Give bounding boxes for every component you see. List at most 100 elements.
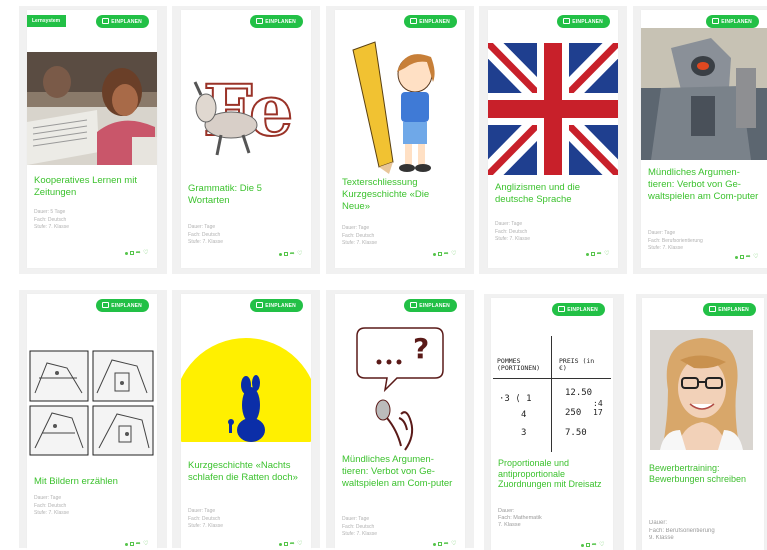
einplanen-button[interactable]: EINPLANEN	[250, 15, 303, 28]
heart-icon[interactable]: ♡	[604, 251, 610, 257]
copy-icon[interactable]	[585, 543, 590, 547]
share-icon[interactable]: ➦	[136, 541, 142, 547]
calendar-icon	[712, 18, 720, 24]
lernsystem-badge: Lernsystem	[27, 15, 67, 27]
heart-icon[interactable]: ♡	[143, 250, 149, 256]
card-actions: ➦ ♡	[580, 542, 605, 548]
card-image[interactable]	[27, 348, 157, 458]
card-actions: ➦ ♡	[734, 254, 759, 260]
einplanen-button[interactable]: EINPLANEN	[552, 303, 605, 316]
card-title[interactable]: Proportionale und antiproportionale Zuor…	[498, 458, 607, 490]
einplanen-button[interactable]: EINPLANEN	[96, 299, 149, 312]
status-dot-icon	[432, 542, 436, 546]
meta-stufe: Stufe: 7. Klasse	[188, 239, 224, 245]
copy-icon[interactable]	[129, 542, 134, 546]
share-icon[interactable]: ➦	[444, 541, 450, 547]
meta-stufe: Stufe: 7. Klasse	[342, 531, 378, 537]
card-image[interactable]: Fe	[181, 40, 311, 180]
meta-fach: Fach: Berufsorientierung	[649, 527, 715, 534]
copy-icon[interactable]	[283, 252, 288, 256]
heart-icon[interactable]: ♡	[451, 541, 457, 547]
meta-fach: Fach: Deutsch	[188, 231, 221, 238]
einplanen-button[interactable]: EINPLANEN	[404, 299, 457, 312]
lesson-card[interactable]: EINPLANEN Fe Grammatik: Die 5 Wortarten …	[181, 10, 311, 268]
lesson-card[interactable]: EINPLANEN ? Mündliches Argumen-tieren: V…	[335, 294, 465, 550]
lesson-card[interactable]: EINPLANEN Mündliches Argumen-tieren: Ver…	[641, 10, 767, 268]
card-image[interactable]	[27, 52, 157, 165]
meta-fach: Fach: Deutsch	[342, 523, 375, 530]
copy-icon[interactable]	[129, 251, 134, 255]
share-icon[interactable]: ➦	[597, 251, 603, 257]
einplanen-button[interactable]: EINPLANEN	[557, 15, 610, 28]
lesson-card[interactable]: Lernsystem EINPLANEN Kooperatives Lernen…	[27, 10, 157, 268]
card-image[interactable]	[650, 330, 753, 450]
handwritten-table: POMMES (PORTIONEN) PREIS (in €) ·3 ⟨ 1 1…	[491, 336, 613, 452]
card-image[interactable]	[641, 28, 767, 160]
lesson-card[interactable]: EINPLANEN Kurzgeschichte «Nachts schlafe…	[181, 294, 311, 550]
einplanen-button[interactable]: EINPLANEN	[703, 303, 756, 316]
einplanen-button[interactable]: EINPLANEN	[706, 15, 759, 28]
card-title[interactable]: Mündliches Argumen-tieren: Verbot von Ge…	[342, 454, 459, 490]
heart-icon[interactable]: ♡	[753, 254, 759, 260]
meta-dauer: Dauer: Tage	[648, 230, 676, 236]
table-cell: 4	[521, 410, 527, 420]
table-cell: 250	[565, 408, 582, 418]
einplanen-button[interactable]: EINPLANEN	[96, 15, 149, 28]
card-title[interactable]: Kurzgeschichte «Nachts schlafen die Ratt…	[188, 460, 305, 484]
copy-icon[interactable]	[437, 542, 442, 546]
copy-icon[interactable]	[590, 252, 595, 256]
card-title[interactable]: Bewerbertraining: Bewerbungen schreiben	[649, 463, 758, 484]
card-actions: ➦ ♡	[124, 541, 149, 547]
card-meta: Dauer: Tage Fach: Deutsch Stufe: 7. Klas…	[342, 225, 459, 248]
heart-icon[interactable]: ♡	[297, 541, 303, 547]
meta-stufe: 9. Klasse	[649, 535, 674, 541]
table-header-pommes: POMMES (PORTIONEN)	[497, 357, 541, 372]
card-image[interactable]: POMMES (PORTIONEN) PREIS (in €) ·3 ⟨ 1 1…	[491, 336, 613, 452]
card-image[interactable]	[488, 43, 618, 175]
svg-text:?: ?	[413, 332, 429, 365]
lesson-card[interactable]: EINPLANEN Texterschliessung Kurzgeschich…	[335, 10, 465, 268]
card-image[interactable]	[335, 32, 465, 177]
meta-stufe: Stufe: 7. Klasse	[342, 240, 378, 246]
share-icon[interactable]: ➦	[592, 542, 598, 548]
card-meta: Dauer: Tage Fach: Deutsch Stufe: 7. Klas…	[342, 516, 459, 539]
share-icon[interactable]: ➦	[290, 541, 296, 547]
calendar-icon	[558, 306, 566, 312]
status-dot-icon	[278, 542, 282, 546]
einplanen-button[interactable]: EINPLANEN	[404, 15, 457, 28]
share-icon[interactable]: ➦	[746, 254, 752, 260]
card-image[interactable]: ?	[335, 318, 465, 452]
heart-icon[interactable]: ♡	[451, 251, 457, 257]
card-title[interactable]: Anglizismen und die deutsche Sprache	[495, 182, 612, 206]
meta-dauer: Dauer: 5 Tage	[34, 209, 66, 215]
card-title[interactable]: Grammatik: Die 5 Wortarten	[188, 183, 305, 207]
card-image[interactable]	[181, 330, 311, 454]
lesson-card[interactable]: EINPLANEN POMMES (PORTIONEN) PREIS (in €…	[491, 298, 613, 550]
heart-icon[interactable]: ♡	[297, 251, 303, 257]
lesson-card[interactable]: EINPLANEN Anglizismen und die deutsche S…	[488, 10, 618, 268]
status-dot-icon	[432, 252, 436, 256]
card-title[interactable]: Mit Bildern erzählen	[34, 476, 151, 488]
share-icon[interactable]: ➦	[290, 251, 296, 257]
card-actions: ➦ ♡	[278, 251, 303, 257]
share-icon[interactable]: ➦	[444, 251, 450, 257]
meta-stufe: Stufe: 7. Klasse	[648, 245, 684, 251]
status-dot-icon	[124, 251, 128, 255]
heart-icon[interactable]: ♡	[143, 541, 149, 547]
card-title[interactable]: Kooperatives Lernen mit Zeitungen	[34, 175, 151, 199]
heart-icon[interactable]: ♡	[599, 542, 605, 548]
meta-fach: Fach: Deutsch	[342, 232, 375, 239]
share-icon[interactable]: ➦	[136, 250, 142, 256]
copy-icon[interactable]	[283, 542, 288, 546]
einplanen-button[interactable]: EINPLANEN	[250, 299, 303, 312]
meta-fach: Fach: Deutsch	[495, 228, 528, 235]
copy-icon[interactable]	[739, 255, 744, 259]
lesson-card[interactable]: EINPLANEN Bewerbertraining: Bewerbungen …	[642, 298, 764, 550]
copy-icon[interactable]	[437, 252, 442, 256]
meta-dauer: Dauer:	[649, 520, 668, 526]
lesson-card[interactable]: EINPLANEN Mit Bildern erzählen Dauer: Ta…	[27, 294, 157, 550]
card-actions: ➦ ♡	[432, 251, 457, 257]
card-title[interactable]: Mündliches Argumen-tieren: Verbot von Ge…	[648, 167, 761, 203]
card-meta: Dauer: Tage Fach: Deutsch Stufe: 7. Klas…	[495, 221, 612, 244]
card-title[interactable]: Texterschliessung Kurzgeschichte «Die Ne…	[342, 177, 459, 213]
